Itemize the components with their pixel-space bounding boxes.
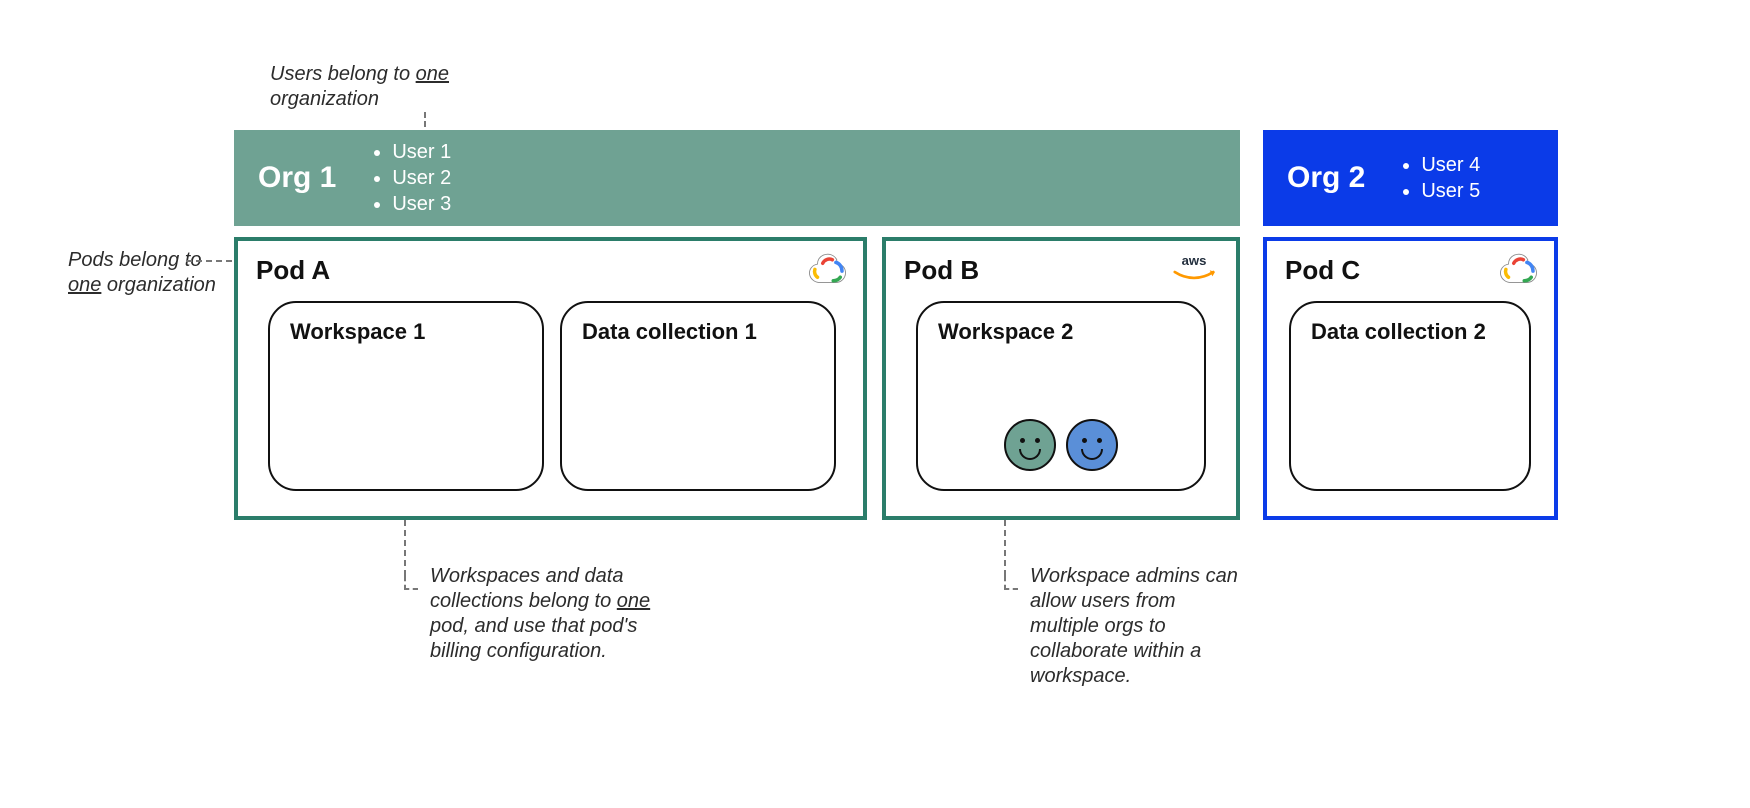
org-1-user: User 1 (392, 139, 451, 165)
face-icon-green (1004, 419, 1056, 471)
workspace-2-box: Workspace 2 (916, 301, 1206, 491)
pod-a-title: Pod A (256, 255, 845, 286)
annotation-users-belong: Users belong to one organization (270, 62, 520, 112)
data-collection-1-title: Data collection 1 (582, 319, 814, 345)
annotation-text: organization (270, 88, 379, 110)
data-collection-2-title: Data collection 2 (1311, 319, 1509, 345)
org-2-user: User 4 (1421, 152, 1480, 178)
pod-a: Pod A Workspace 1 Data collection 1 (234, 237, 867, 520)
org-1-user-list: User 1 User 2 User 3 (370, 139, 451, 217)
annotation-underline: one (617, 590, 650, 612)
annotation-text: Pods belong to (68, 249, 201, 271)
annotation-underline: one (416, 63, 449, 85)
annotation-text: Workspace admins can allow users from mu… (1030, 565, 1238, 687)
org-2-user: User 5 (1421, 178, 1480, 204)
annotation-workspaces: Workspaces and data collections belong t… (430, 564, 670, 664)
org-2-title: Org 2 (1287, 161, 1365, 195)
org-1-user: User 3 (392, 191, 451, 217)
org-2-user-list: User 4 User 5 (1399, 152, 1480, 204)
org-1-user: User 2 (392, 165, 451, 191)
annotation-underline: one (68, 274, 101, 296)
data-collection-2-box: Data collection 2 (1289, 301, 1531, 491)
connector-line (186, 260, 232, 262)
org-1-title: Org 1 (258, 161, 336, 195)
gcp-icon (807, 251, 849, 285)
diagram-canvas: Users belong to one organization Org 1 U… (0, 0, 1750, 808)
workspace-2-title: Workspace 2 (938, 319, 1184, 345)
gcp-icon (1498, 251, 1540, 285)
connector-line (404, 520, 406, 576)
annotation-text: Users belong to (270, 63, 416, 85)
svg-text:aws: aws (1182, 253, 1207, 268)
pod-c: Pod C Data collection 2 (1263, 237, 1558, 520)
connector-elbow (1004, 576, 1018, 590)
annotation-text: Workspaces and data collections belong t… (430, 565, 623, 612)
org-1-bar: Org 1 User 1 User 2 User 3 (234, 130, 1240, 226)
annotation-admins: Workspace admins can allow users from mu… (1030, 564, 1250, 689)
org-2-bar: Org 2 User 4 User 5 (1263, 130, 1558, 226)
annotation-text: pod, and use that pod's billing configur… (430, 615, 637, 662)
annotation-pods-belong: Pods belong to one organization (68, 248, 218, 298)
connector-line (1004, 520, 1006, 576)
pod-b: Pod B aws Workspace 2 (882, 237, 1240, 520)
collaborator-faces (1004, 419, 1118, 471)
annotation-text: organization (101, 274, 216, 296)
connector-elbow (404, 576, 418, 590)
workspace-1-title: Workspace 1 (290, 319, 522, 345)
data-collection-1-box: Data collection 1 (560, 301, 836, 491)
face-icon-blue (1066, 419, 1118, 471)
workspace-1-box: Workspace 1 (268, 301, 544, 491)
aws-icon: aws (1166, 251, 1222, 285)
